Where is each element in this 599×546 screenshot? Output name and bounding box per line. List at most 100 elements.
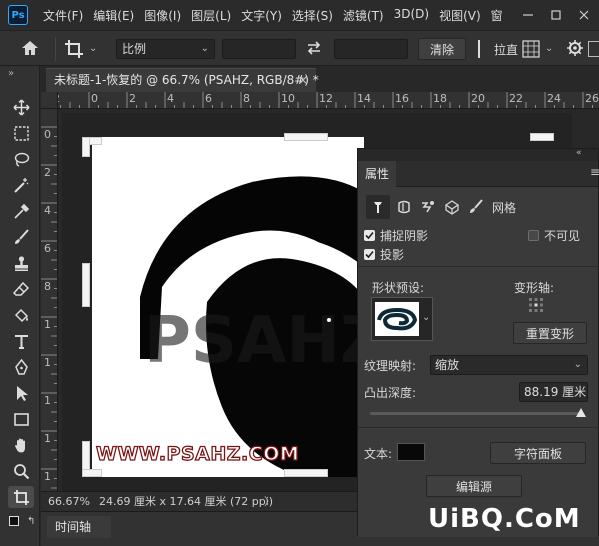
mesh-icon[interactable] [366,195,390,219]
menu-item[interactable]: 图层(L) [186,7,236,24]
straighten-icon[interactable] [478,40,492,58]
capture-shadow-checkbox[interactable] [364,230,375,241]
shape-preset-picker[interactable]: ⌄ [371,297,433,341]
close-tab-icon[interactable]: × [298,69,308,91]
lasso-tool-icon[interactable] [8,148,34,170]
properties-tab[interactable]: 属性 [358,161,396,187]
path-selection-tool-icon[interactable] [8,382,34,404]
ruler-label: 8 [44,280,51,293]
text-color-swatch[interactable] [397,443,425,461]
crop-handle[interactable] [530,133,554,141]
extrusion-depth-field[interactable]: 88.19 厘米 [519,382,588,402]
divider [55,37,56,61]
shape-preset-label: 形状预设: [372,281,425,295]
menu-item[interactable]: 文件(F) [38,7,88,24]
crop-tool-selected-icon[interactable] [8,486,34,508]
menu-item[interactable]: 编辑(E) [88,7,139,24]
menu-item[interactable]: 3D(D) [389,7,434,24]
3d-artwork: PSAHZ [140,176,364,477]
vertical-ruler: 02468111112 [41,109,58,491]
menu-item[interactable]: 选择(S) [287,7,338,24]
ruler-label: 8 [243,92,250,105]
marquee-tool-icon[interactable] [8,122,34,144]
paint-bucket-tool-icon[interactable] [8,304,34,326]
crop-handle[interactable] [82,469,102,477]
crop-handle[interactable] [82,137,90,157]
ruler-label: 2 [44,166,51,179]
chevron-down-icon[interactable]: ⌄ [89,43,97,54]
deform-icon[interactable] [396,199,412,218]
shape-preset-thumbnail [375,302,419,336]
eyedropper-tool-icon[interactable] [8,200,34,222]
magic-wand-tool-icon[interactable] [8,174,34,196]
swap-arrows-icon[interactable] [306,40,322,59]
restore-icon[interactable] [542,0,570,30]
texture-mapping-select[interactable]: 缩放 ⌄ [430,355,588,375]
home-icon[interactable] [20,39,40,60]
foreground-color-swatch[interactable] [9,516,19,526]
menu-item[interactable]: 图像(I) [139,7,186,24]
menu-item[interactable]: 滤镜(T) [338,7,389,24]
panel-menu-icon[interactable]: ≡ [590,165,599,179]
properties-header: 属性 ≡ [358,161,599,187]
status-menu-arrow[interactable]: 〉 [264,492,275,511]
ruler-label: 1 [44,470,51,483]
rectangle-tool-icon[interactable] [8,408,34,430]
settings-gear-icon[interactable] [566,39,584,60]
document-canvas[interactable]: PSAHZ WWW.PSAHZ.COM [92,137,364,477]
extrusion-depth-slider-thumb[interactable] [576,406,586,420]
collapse-tools-icon[interactable]: » [8,68,14,79]
extrusion-depth-slider-track[interactable] [370,412,582,415]
eraser-tool-icon[interactable] [8,278,34,300]
crop-tool-icon[interactable] [64,39,84,62]
zoom-tool-icon[interactable] [8,460,34,482]
divider [358,266,598,267]
delete-cropped-checkbox[interactable] [588,41,599,57]
brush-tool-icon[interactable] [8,226,34,248]
coordinates-icon[interactable] [444,199,460,218]
move-tool-icon[interactable] [8,96,34,118]
mesh-label[interactable]: 网格 [492,199,516,216]
invisible-label: 不可见 [544,229,581,243]
crop-handle[interactable] [82,263,90,307]
photoshop-logo: Ps [8,5,28,25]
ruler-label: 1 [44,394,51,407]
crop-handle[interactable] [284,469,328,477]
straighten-label[interactable]: 拉直 [494,41,518,58]
cast-shadow-checkbox[interactable] [364,249,375,260]
ruler-label: 6 [205,92,212,105]
width-field[interactable] [222,39,296,59]
reset-deform-button[interactable]: 重置变形 [513,322,587,344]
zoom-level[interactable]: 66.67% [48,492,90,511]
clear-button-label: 清除 [429,42,454,57]
site-watermark: UiBQ.CoM [428,504,581,534]
tools-panel: » ↰ [0,66,40,546]
deform-axis-grid-icon[interactable] [528,297,544,316]
panel-top-strip: « [358,148,598,161]
grid-overlay-icon[interactable] [522,40,540,61]
crop-handle[interactable] [284,133,328,141]
timeline-tab[interactable]: 时间轴 [47,516,111,538]
ruler-corner [41,92,58,109]
height-field[interactable] [334,39,408,59]
pen-tool-icon[interactable] [8,356,34,378]
collapse-panel-icon[interactable]: « [576,148,582,158]
ratio-select[interactable]: 比例 ⌄ [116,39,215,59]
swap-colors-icon[interactable]: ↰ [27,516,35,527]
cap-icon[interactable] [420,199,436,218]
invisible-checkbox[interactable] [528,230,539,241]
menu-item[interactable]: 窗 [486,7,508,24]
hand-tool-icon[interactable] [8,434,34,456]
clear-button[interactable]: 清除 [418,38,466,60]
minimize-icon[interactable] [514,0,542,30]
close-window-icon[interactable] [570,0,598,30]
menu-item[interactable]: 视图(V) [434,7,486,24]
chevron-down-icon[interactable]: ⌄ [545,43,553,54]
character-panel-button[interactable]: 字符面板 [490,442,586,464]
type-tool-icon[interactable] [8,330,34,352]
stamp-tool-icon[interactable] [8,252,34,274]
menu-item[interactable]: 文字(Y) [236,7,287,24]
material-brush-icon[interactable] [468,199,484,218]
document-tab[interactable]: 未标题-1-恢复的 @ 66.7% (PSAHZ, RGB/8#) * × [46,68,319,92]
edit-source-button[interactable]: 编辑源 [426,475,522,497]
